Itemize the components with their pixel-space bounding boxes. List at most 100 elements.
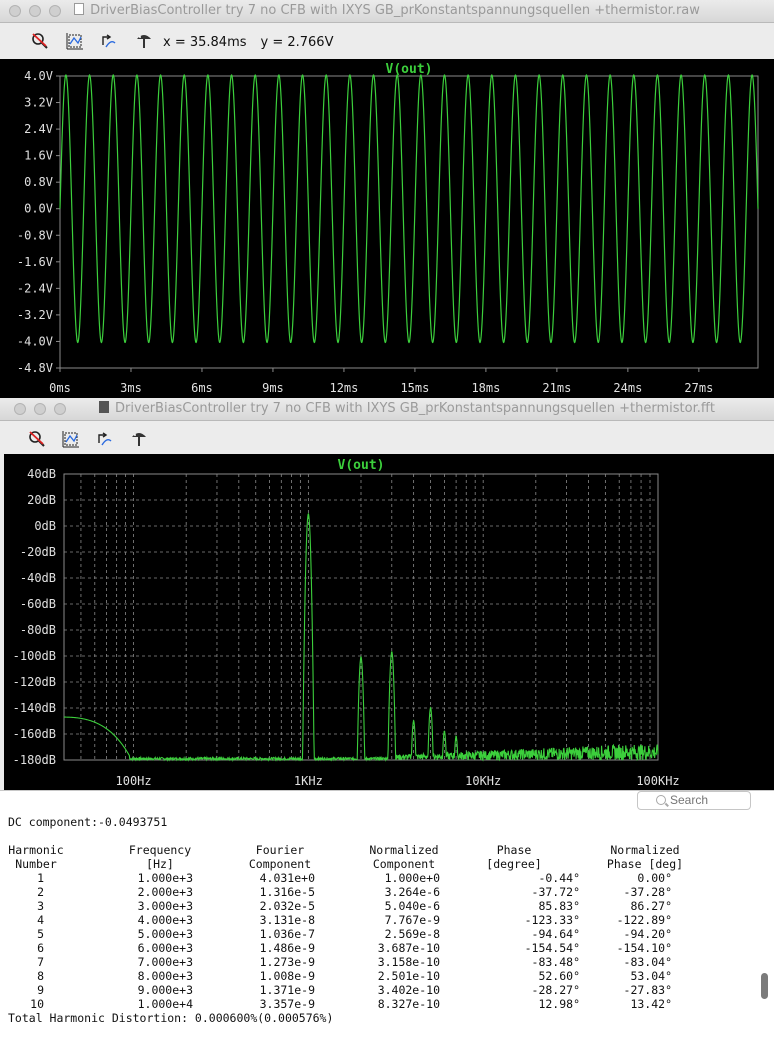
table-cell: 1.000e+4 — [137, 997, 193, 1011]
thd-summary: Total Harmonic Distortion: 0.000600%(0.0… — [8, 1011, 334, 1025]
harmonic-peak-point — [412, 720, 415, 722]
y-tick-label: -80dB — [20, 623, 56, 637]
x-tick-label: 6ms — [191, 381, 213, 395]
table-cell: 8.327e-10 — [377, 997, 440, 1011]
waveform-window: DriverBiasController try 7 no CFB with I… — [0, 0, 774, 400]
table-cell: 5 — [37, 927, 44, 941]
pan-icon[interactable] — [99, 31, 119, 51]
fft-window: DriverBiasController try 7 no CFB with I… — [0, 398, 774, 790]
y-tick-label: -4.0V — [17, 334, 53, 348]
column-header-sub: Number — [15, 857, 57, 871]
fourier-output-pane[interactable]: DC component:-0.0493751 Harmonic Frequenc… — [0, 790, 774, 1037]
cursor-x-readout: x = 35.84ms — [163, 35, 247, 50]
table-cell: 1 — [37, 871, 44, 885]
column-header: Frequency — [128, 843, 192, 857]
table-cell: 12.98° — [538, 997, 580, 1011]
scrollbar-thumb[interactable] — [761, 973, 768, 999]
waveform-plot-pane[interactable]: V(out) 4.0V 3.2V 2.4V 1.6V 0.8V 0.0V -0.8V -1.6V… — [0, 59, 774, 400]
plot-frame — [59, 75, 759, 369]
column-header: Fourier — [255, 843, 305, 857]
y-tick-label: -0.8V — [17, 228, 53, 242]
table-cell: 6 — [37, 941, 44, 955]
harmonic-peak-point — [429, 707, 432, 709]
x-tick-label: 12ms — [329, 381, 358, 395]
window-title: DriverBiasController try 7 no CFB with I… — [90, 3, 700, 18]
y-tick-label: -140dB — [13, 701, 56, 715]
waveform-chart[interactable]: V(out) 4.0V 3.2V 2.4V 1.6V 0.8V 0.0V -0.8V -1.6V… — [0, 59, 774, 400]
table-cell: 1.371e-9 — [259, 983, 315, 997]
table-cell: 2.032e-5 — [259, 899, 315, 913]
y-tick-label: -3.2V — [17, 308, 53, 322]
x-tick-label: 100Hz — [116, 774, 152, 788]
zoom-cancel-icon[interactable] — [27, 429, 47, 449]
pan-icon[interactable] — [95, 429, 115, 449]
table-cell: 7.000e+3 — [137, 955, 193, 969]
table-cell: 3.357e-9 — [259, 997, 315, 1011]
y-tick-label: -4.8V — [17, 361, 53, 375]
table-cell: 8 — [37, 969, 44, 983]
table-cell: 3.402e-10 — [377, 983, 440, 997]
x-tick-label: 100KHz — [636, 774, 679, 788]
document-icon — [74, 3, 85, 15]
table-cell: -94.64° — [531, 927, 580, 941]
document-icon — [99, 401, 110, 413]
autorange-icon[interactable] — [61, 429, 81, 449]
harmonic-peak-point — [360, 656, 362, 659]
table-cell: -37.28° — [623, 885, 672, 899]
fft-chart[interactable]: 40dB 20dB 0dB -20dB -40dB -60dB -80dB -100dB -12… — [4, 454, 774, 790]
table-cell: 4.000e+3 — [137, 913, 193, 927]
table-cell: 7.767e-9 — [384, 913, 440, 927]
y-tick-label: -40dB — [20, 571, 56, 585]
table-cell: -37.72° — [531, 885, 580, 899]
harmonic-peak-point — [455, 735, 457, 738]
x-tick-label: 24ms — [613, 381, 642, 395]
cursor-readout: x = 35.84ms y = 2.766V — [163, 35, 347, 50]
column-header-sub: Component — [372, 857, 436, 871]
harmonic-peak-point — [443, 730, 446, 733]
y-tick-label: 20dB — [27, 493, 56, 507]
x-tick-label: 9ms — [262, 381, 284, 395]
table-cell: 2.501e-10 — [377, 969, 440, 983]
fft-plot-pane[interactable]: 40dB 20dB 0dB -20dB -40dB -60dB -80dB -100dB -12… — [4, 454, 774, 790]
table-cell: 1.486e-9 — [259, 941, 315, 955]
table-cell: -154.10° — [616, 941, 672, 955]
x-tick-label: 0ms — [49, 381, 71, 395]
table-cell: 1.273e-9 — [259, 955, 315, 969]
fft-toolbar — [0, 421, 774, 454]
harmonic-peak-point — [307, 513, 310, 516]
zoom-cancel-icon[interactable] — [30, 31, 50, 51]
table-cell: 52.60° — [538, 969, 580, 983]
column-header: Phase — [496, 843, 532, 857]
y-tick-label: -20dB — [20, 545, 56, 559]
fft-window-titlebar[interactable]: DriverBiasController try 7 no CFB with I… — [0, 398, 774, 421]
y-tick-label: -180dB — [13, 753, 56, 767]
x-tick-label: 15ms — [400, 381, 429, 395]
y-tick-label: 3.2V — [24, 96, 53, 110]
table-cell: 2.000e+3 — [137, 885, 193, 899]
waveform-window-titlebar[interactable]: DriverBiasController try 7 no CFB with I… — [0, 0, 774, 23]
table-cell: 85.83° — [538, 899, 580, 913]
table-cell: -27.83° — [623, 983, 672, 997]
table-cell: 6.000e+3 — [137, 941, 193, 955]
table-cell: 2.569e-8 — [384, 927, 440, 941]
y-tick-label: 4.0V — [24, 69, 53, 83]
y-tick-label: 40dB — [27, 467, 56, 481]
autorange-icon[interactable] — [65, 31, 85, 51]
table-cell: -83.48° — [531, 955, 580, 969]
probe-icon[interactable] — [134, 31, 154, 51]
y-tick-label: 0dB — [34, 519, 56, 533]
table-cell: 53.04° — [630, 969, 672, 983]
table-cell: 3.000e+3 — [137, 899, 193, 913]
y-tick-label: 1.6V — [24, 149, 53, 163]
search-field[interactable] — [637, 791, 751, 810]
table-cell: 0.00° — [637, 871, 672, 885]
probe-icon[interactable] — [129, 429, 149, 449]
table-cell: -83.04° — [623, 955, 672, 969]
x-tick-label: 1KHz — [294, 774, 323, 788]
y-tick-label: 2.4V — [24, 122, 53, 136]
table-cell: -94.20° — [623, 927, 672, 941]
search-input[interactable] — [670, 793, 746, 807]
table-cell: 8.000e+3 — [137, 969, 193, 983]
table-cell: -28.27° — [531, 983, 580, 997]
table-cell: 86.27° — [630, 899, 672, 913]
